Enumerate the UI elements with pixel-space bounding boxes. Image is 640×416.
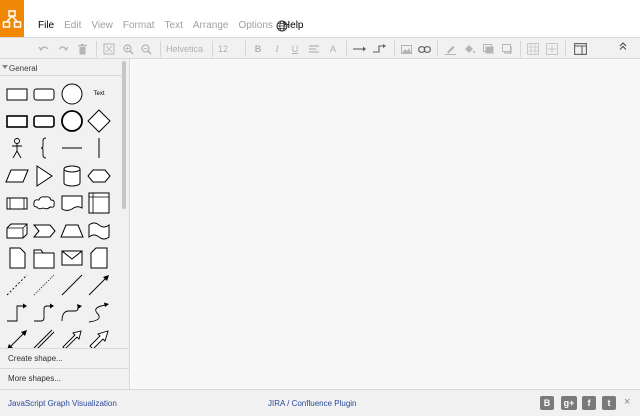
bold-button[interactable]: B: [252, 41, 264, 57]
card-shape[interactable]: [86, 245, 112, 271]
fill-color-icon[interactable]: [463, 41, 475, 57]
rounded-rectangle-shape[interactable]: [31, 81, 57, 107]
zoom-out-icon[interactable]: [140, 41, 152, 57]
actor-shape[interactable]: [4, 135, 30, 161]
redo-icon[interactable]: [56, 41, 70, 57]
rounded-connector-shape[interactable]: [59, 300, 85, 326]
toolbar: Helvetica 12 B I U A: [0, 37, 640, 59]
toolbar-separator: [212, 41, 213, 57]
note-shape[interactable]: [4, 245, 30, 271]
image-icon[interactable]: [400, 41, 412, 57]
underline-button[interactable]: U: [289, 41, 301, 57]
curly-bracket-shape[interactable]: [31, 135, 57, 161]
line-color-icon[interactable]: [444, 41, 456, 57]
step-shape[interactable]: [31, 218, 57, 244]
create-shape-button[interactable]: Create shape...: [0, 348, 129, 368]
toolbar-separator: [346, 41, 347, 57]
menu-arrange[interactable]: Arrange: [193, 20, 229, 34]
document-shape[interactable]: [59, 190, 85, 216]
text-shape[interactable]: Text: [86, 81, 112, 107]
cube-shape[interactable]: [4, 218, 30, 244]
zoom-in-icon[interactable]: [122, 41, 134, 57]
footer-bar: JavaScript Graph Visualization JIRA / Co…: [0, 389, 640, 416]
format-panel-icon[interactable]: [572, 41, 588, 57]
jira-confluence-plugin-link[interactable]: JIRA / Confluence Plugin: [268, 399, 357, 408]
fit-page-icon[interactable]: [102, 41, 116, 57]
toolbar-separator: [245, 41, 246, 57]
close-footer-icon[interactable]: ×: [624, 396, 630, 408]
bold-ellipse-shape[interactable]: [59, 108, 85, 134]
more-shapes-button[interactable]: More shapes...: [0, 368, 129, 388]
sidebar-scrollbar[interactable]: [122, 61, 126, 209]
menu-format[interactable]: Format: [123, 20, 155, 34]
menu-text[interactable]: Text: [165, 20, 183, 34]
tape-shape[interactable]: [86, 218, 112, 244]
menu-bar: File Edit View Format Text Arrange Optio…: [38, 20, 314, 34]
table-icon[interactable]: [526, 41, 540, 57]
insert-plus-icon[interactable]: [545, 41, 559, 57]
facebook-icon[interactable]: f: [582, 396, 596, 410]
align-icon[interactable]: [308, 41, 320, 57]
blogger-icon[interactable]: B: [540, 396, 554, 410]
diagram-canvas[interactable]: [131, 59, 640, 389]
italic-button[interactable]: I: [271, 41, 283, 57]
font-family-select[interactable]: Helvetica: [166, 41, 208, 57]
folder-shape[interactable]: [31, 245, 57, 271]
bold-rectangle-shape[interactable]: [4, 108, 30, 134]
menu-file[interactable]: File: [38, 20, 54, 34]
undo-icon[interactable]: [37, 41, 51, 57]
language-globe-icon[interactable]: [276, 20, 288, 32]
toolbar-separator: [565, 41, 566, 57]
twitter-icon[interactable]: t: [602, 396, 616, 410]
horizontal-line-shape[interactable]: [59, 135, 85, 161]
delete-icon[interactable]: [76, 41, 88, 57]
google-plus-icon[interactable]: g+: [561, 396, 577, 410]
expand-arrow-icon: [2, 65, 8, 69]
menu-options[interactable]: Options: [238, 20, 272, 34]
general-section-header[interactable]: General: [0, 59, 122, 76]
connector-straight-icon[interactable]: [352, 41, 368, 57]
toolbar-separator: [520, 41, 521, 57]
connector-elbow-icon[interactable]: [372, 41, 388, 57]
bold-rounded-rectangle-shape[interactable]: [31, 108, 57, 134]
ellipse-shape[interactable]: [59, 81, 85, 107]
trapezoid-shape[interactable]: [59, 218, 85, 244]
toolbar-separator: [96, 41, 97, 57]
cylinder-shape[interactable]: [59, 163, 85, 189]
cloud-shape[interactable]: [31, 190, 57, 216]
elbow-connector-shape[interactable]: [4, 300, 30, 326]
toolbar-separator: [394, 41, 395, 57]
rhombus-shape[interactable]: [86, 108, 112, 134]
triangle-shape[interactable]: [31, 163, 57, 189]
toolbar-separator: [160, 41, 161, 57]
curved-elbow-connector-shape[interactable]: [31, 300, 57, 326]
shape-sidebar: General Text Create shape... More shapes…: [0, 59, 130, 389]
rectangle-shape[interactable]: [4, 81, 30, 107]
link-icon[interactable]: [417, 41, 431, 57]
hexagon-shape[interactable]: [86, 163, 112, 189]
curved-connector-shape[interactable]: [86, 300, 112, 326]
menu-edit[interactable]: Edit: [64, 20, 81, 34]
internal-storage-shape[interactable]: [86, 190, 112, 216]
app-logo[interactable]: [0, 0, 24, 37]
graph-visualization-link[interactable]: JavaScript Graph Visualization: [8, 399, 117, 408]
envelope-shape[interactable]: [59, 245, 85, 271]
diagram-logo-icon: [2, 9, 22, 28]
toolbar-separator: [437, 41, 438, 57]
font-color-button[interactable]: A: [327, 41, 339, 57]
section-title: General: [9, 64, 38, 73]
collapse-toolbar-icon[interactable]: [618, 41, 632, 55]
gradient-icon[interactable]: [482, 41, 494, 57]
arrow-line-shape[interactable]: [86, 272, 112, 298]
parallelogram-shape[interactable]: [4, 163, 30, 189]
dashed-line-shape[interactable]: [4, 272, 30, 298]
font-size-select[interactable]: 12: [218, 41, 238, 57]
process-shape[interactable]: [4, 190, 30, 216]
menu-view[interactable]: View: [91, 20, 113, 34]
vertical-line-shape[interactable]: [86, 135, 112, 161]
line-shape[interactable]: [59, 272, 85, 298]
shadow-icon[interactable]: [501, 41, 513, 57]
dotted-line-shape[interactable]: [31, 272, 57, 298]
